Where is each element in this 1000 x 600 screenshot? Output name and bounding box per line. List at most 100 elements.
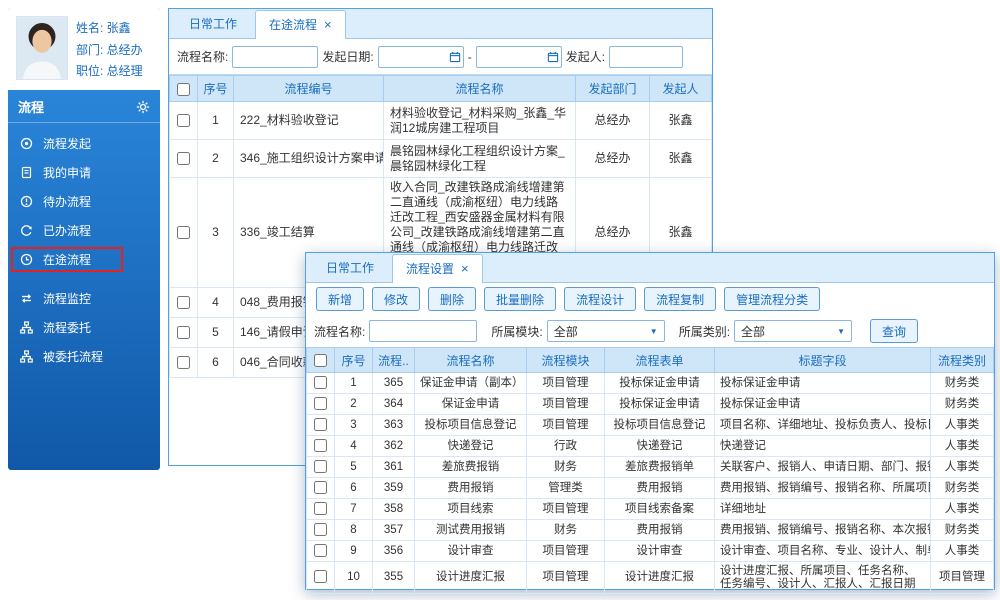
table-row[interactable]: 6 359 费用报销 管理类 费用报销 费用报销、报销编号、报销名称、所属项目 … — [307, 478, 994, 499]
tab-close-icon[interactable]: × — [461, 262, 469, 275]
manage-category-button[interactable]: 管理流程分类 — [724, 287, 820, 311]
cell-checkbox — [307, 478, 335, 499]
sidebar-item-process-delegate[interactable]: 流程委托 — [8, 313, 160, 342]
cell-checkbox — [307, 457, 335, 478]
cell-category: 人事类 — [931, 415, 994, 436]
sidebar-item-todo-processes[interactable]: 待办流程 — [8, 187, 160, 216]
table-row[interactable]: 1 365 保证金申请（副本） 项目管理 投标保证金申请 投标保证金申请 财务类 — [307, 373, 994, 394]
row-checkbox[interactable] — [314, 376, 327, 389]
row-checkbox[interactable] — [314, 523, 327, 536]
calendar-icon[interactable] — [547, 51, 559, 63]
cell-checkbox — [170, 318, 198, 348]
process-design-button[interactable]: 流程设计 — [564, 287, 636, 311]
sidebar-menu: 流程发起 我的申请 待办流程 — [8, 123, 160, 377]
search-button[interactable]: 查询 — [870, 319, 918, 343]
table-row[interactable]: 4 362 快递登记 行政 快递登记 快递登记 人事类 — [307, 436, 994, 457]
cell-name: 材料验收登记_材料采购_张鑫_华润12城房建工程项目 — [384, 102, 576, 140]
profile-info: 姓名: 张鑫 部门: 总经办 职位: 总经理 — [76, 16, 143, 82]
row-checkbox[interactable] — [177, 152, 190, 165]
calendar-icon[interactable] — [449, 51, 461, 63]
row-checkbox[interactable] — [314, 460, 327, 473]
cell-no: 5 — [198, 318, 234, 348]
cell-no: 2 — [335, 394, 373, 415]
cell-no: 7 — [335, 499, 373, 520]
sidebar-item-label: 我的申请 — [43, 164, 91, 181]
row-checkbox[interactable] — [314, 397, 327, 410]
tab-in-transit[interactable]: 在途流程 × — [255, 10, 346, 39]
category-select[interactable]: 全部 ▼ — [734, 320, 852, 342]
cell-title-fields: 费用报销、报销编号、报销名称、所属项目 — [715, 478, 931, 499]
window-process-settings: 日常工作 流程设置 × 新增 修改 删除 批量删除 流程设计 流程复制 管理流程… — [305, 252, 995, 590]
sidebar-item-process-initiate[interactable]: 流程发起 — [8, 129, 160, 158]
cell-module: 管理类 — [527, 478, 605, 499]
header-title-fields: 标题字段 — [715, 348, 931, 373]
w1-tab-bar: 日常工作 在途流程 × — [169, 9, 712, 39]
sidebar-item-in-transit-processes[interactable]: 在途流程 — [8, 245, 160, 274]
table-row[interactable]: 8 357 测试费用报销 财务 费用报销 费用报销、报销编号、报销名称、本次报销… — [307, 520, 994, 541]
tab-close-icon[interactable]: × — [324, 18, 332, 31]
filter-label-module: 所属模块: — [491, 323, 542, 340]
table-row[interactable]: 2 364 保证金申请 项目管理 投标保证金申请 投标保证金申请 财务类 — [307, 394, 994, 415]
filter-label-start-date: 发起日期: — [322, 48, 373, 65]
row-checkbox[interactable] — [177, 356, 190, 369]
sidebar-item-delegated-processes[interactable]: 被委托流程 — [8, 342, 160, 371]
add-button[interactable]: 新增 — [316, 287, 364, 311]
tab-label: 在途流程 — [269, 16, 317, 33]
tab-daily-work[interactable]: 日常工作 — [175, 9, 251, 38]
row-checkbox[interactable] — [177, 114, 190, 127]
table-row[interactable]: 1 222_材料验收登记 材料验收登记_材料采购_张鑫_华润12城房建工程项目 … — [170, 102, 712, 140]
sidebar-item-process-monitor[interactable]: 流程监控 — [8, 284, 160, 313]
table-row[interactable]: 5 361 差旅费报销 财务 差旅费报销单 关联客户、报销人、申请日期、部门、报… — [307, 457, 994, 478]
row-checkbox[interactable] — [314, 439, 327, 452]
table-header-row: 序号 流程编号 流程名称 发起部门 发起人 — [170, 76, 712, 102]
cell-form: 投标保证金申请 — [605, 394, 715, 415]
cell-category: 财务类 — [931, 478, 994, 499]
process-copy-button[interactable]: 流程复制 — [644, 287, 716, 311]
cell-title-fields: 设计进度汇报、所属项目、任务名称、任务编号、设计人、汇报人、汇报日期 — [715, 562, 931, 594]
w2-tab-bar: 日常工作 流程设置 × — [306, 253, 994, 283]
sync-icon — [20, 292, 34, 305]
table-row[interactable]: 7 358 项目线索 项目管理 项目线索备案 详细地址 人事类 — [307, 499, 994, 520]
row-checkbox[interactable] — [177, 226, 190, 239]
row-checkbox[interactable] — [177, 326, 190, 339]
cell-title-fields: 投标保证金申请 — [715, 373, 931, 394]
initiator-input[interactable] — [609, 46, 683, 68]
sidebar-item-my-applications[interactable]: 我的申请 — [8, 158, 160, 187]
avatar — [17, 17, 67, 79]
module-select[interactable]: 全部 ▼ — [547, 320, 665, 342]
sidebar-item-done-processes[interactable]: 已办流程 — [8, 216, 160, 245]
module-select-value: 全部 — [554, 323, 578, 340]
select-all-checkbox[interactable] — [177, 83, 190, 96]
row-checkbox[interactable] — [314, 481, 327, 494]
delete-button[interactable]: 删除 — [428, 287, 476, 311]
process-name-input[interactable] — [369, 320, 477, 342]
select-all-checkbox[interactable] — [314, 354, 327, 367]
row-checkbox[interactable] — [314, 418, 327, 431]
filter-label-process-name: 流程名称: — [314, 323, 365, 340]
row-checkbox[interactable] — [177, 296, 190, 309]
cell-no: 10 — [335, 562, 373, 594]
sidebar-item-label: 流程发起 — [43, 135, 91, 152]
row-checkbox[interactable] — [314, 502, 327, 515]
row-checkbox[interactable] — [314, 570, 327, 583]
edit-button[interactable]: 修改 — [372, 287, 420, 311]
cell-form: 投标项目信息登记 — [605, 415, 715, 436]
row-checkbox[interactable] — [314, 544, 327, 557]
gear-icon[interactable] — [136, 100, 150, 114]
table-row[interactable]: 10 355 设计进度汇报 项目管理 设计进度汇报 设计进度汇报、所属项目、任务… — [307, 562, 994, 594]
cell-no: 9 — [335, 541, 373, 562]
batch-delete-button[interactable]: 批量删除 — [484, 287, 556, 311]
cell-no: 1 — [335, 373, 373, 394]
chevron-down-icon: ▼ — [650, 327, 658, 336]
table-row[interactable]: 9 356 设计审查 项目管理 设计审查 设计审查、项目名称、专业、设计人、制单… — [307, 541, 994, 562]
cell-category: 人事类 — [931, 436, 994, 457]
sidebar-item-label: 被委托流程 — [43, 348, 103, 365]
tab-daily-work[interactable]: 日常工作 — [312, 253, 388, 282]
process-name-input[interactable] — [232, 46, 318, 68]
tab-process-settings[interactable]: 流程设置 × — [392, 254, 483, 283]
table-row[interactable]: 2 346_施工组织设计方案申请 晨铭园林绿化工程组织设计方案_晨铭园林绿化工程… — [170, 140, 712, 178]
cell-name: 设计审查 — [415, 541, 527, 562]
cell-checkbox — [170, 288, 198, 318]
table-row[interactable]: 3 363 投标项目信息登记 项目管理 投标项目信息登记 项目名称、详细地址、投… — [307, 415, 994, 436]
header-no: 序号 — [335, 348, 373, 373]
